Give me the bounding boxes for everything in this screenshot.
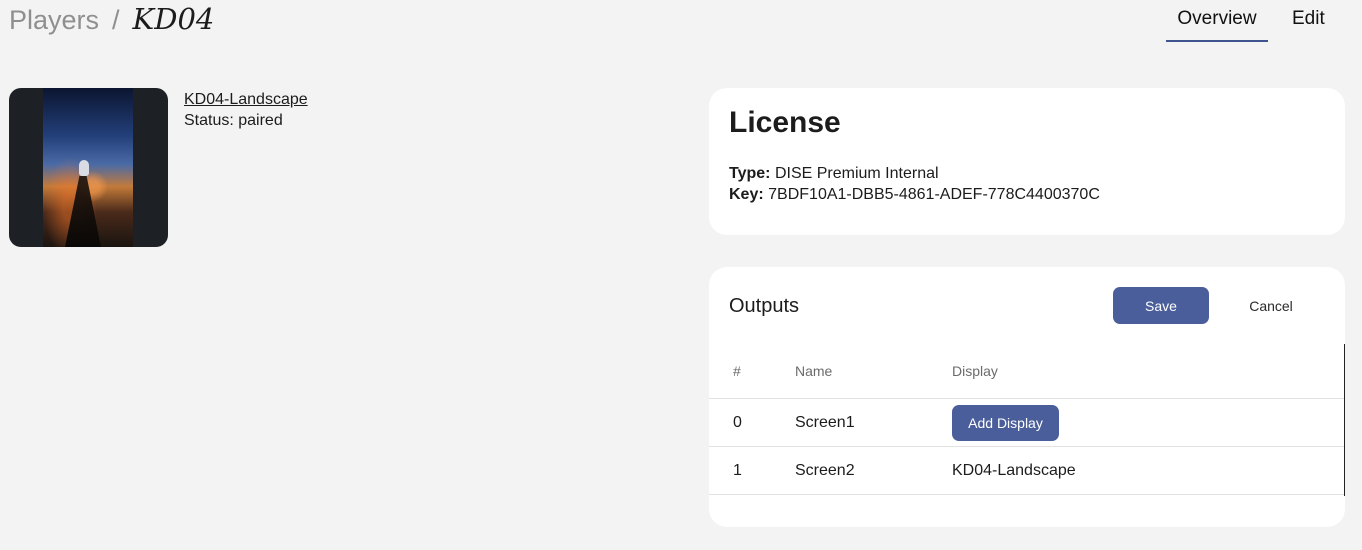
table-row: 1 Screen2 KD04-Landscape [709, 447, 1344, 495]
column-header-number: # [733, 363, 741, 379]
road-shape [65, 176, 101, 247]
output-number: 1 [733, 461, 742, 479]
license-card: License Type: DISE Premium Internal Key:… [709, 88, 1345, 235]
column-header-name: Name [795, 363, 833, 379]
player-name-link[interactable]: KD04-Landscape [184, 89, 308, 110]
license-type-label: Type: [729, 165, 771, 182]
astronaut-figure [79, 160, 89, 176]
output-name: Screen1 [795, 413, 855, 431]
output-display: KD04-Landscape [952, 461, 1076, 479]
breadcrumb-players-link[interactable]: Players [9, 5, 99, 36]
breadcrumb: Players / KD04 [9, 2, 214, 38]
outputs-table: # Name Display 0 Screen1 Add Display 1 S… [709, 344, 1345, 496]
license-type-value: DISE Premium Internal [774, 165, 939, 182]
license-key-value: 7BDF10A1-DBB5-4861-ADEF-778C4400370C [768, 186, 1100, 203]
output-name: Screen2 [795, 461, 855, 479]
tab-bar: Overview Edit [1166, 0, 1325, 42]
page-title: KD04 [132, 2, 215, 36]
player-info: KD04-Landscape Status: paired [184, 89, 308, 131]
license-key-label: Key: [729, 186, 764, 203]
table-row: 0 Screen1 Add Display [709, 399, 1344, 447]
tab-edit[interactable]: Edit [1292, 0, 1325, 42]
add-display-button[interactable]: Add Display [952, 405, 1059, 441]
license-key: Key: 7BDF10A1-DBB5-4861-ADEF-778C4400370… [729, 184, 1325, 205]
player-status: Status: paired [184, 112, 283, 129]
astronaut-image [43, 88, 133, 247]
table-header: # Name Display [709, 344, 1344, 399]
outputs-title: Outputs [729, 295, 800, 317]
cancel-button[interactable]: Cancel [1231, 287, 1311, 324]
license-title: License [729, 106, 841, 139]
column-header-display: Display [952, 363, 998, 379]
breadcrumb-separator: / [112, 5, 120, 35]
player-page: Players / KD04 Overview Edit KD04-Landsc… [0, 0, 1362, 550]
license-type: Type: DISE Premium Internal [729, 163, 1325, 184]
player-thumbnail [9, 88, 168, 247]
save-button[interactable]: Save [1113, 287, 1209, 324]
output-number: 0 [733, 413, 742, 431]
outputs-card: Outputs Save Cancel # Name Display 0 Scr… [709, 267, 1345, 527]
tab-overview[interactable]: Overview [1166, 0, 1268, 42]
